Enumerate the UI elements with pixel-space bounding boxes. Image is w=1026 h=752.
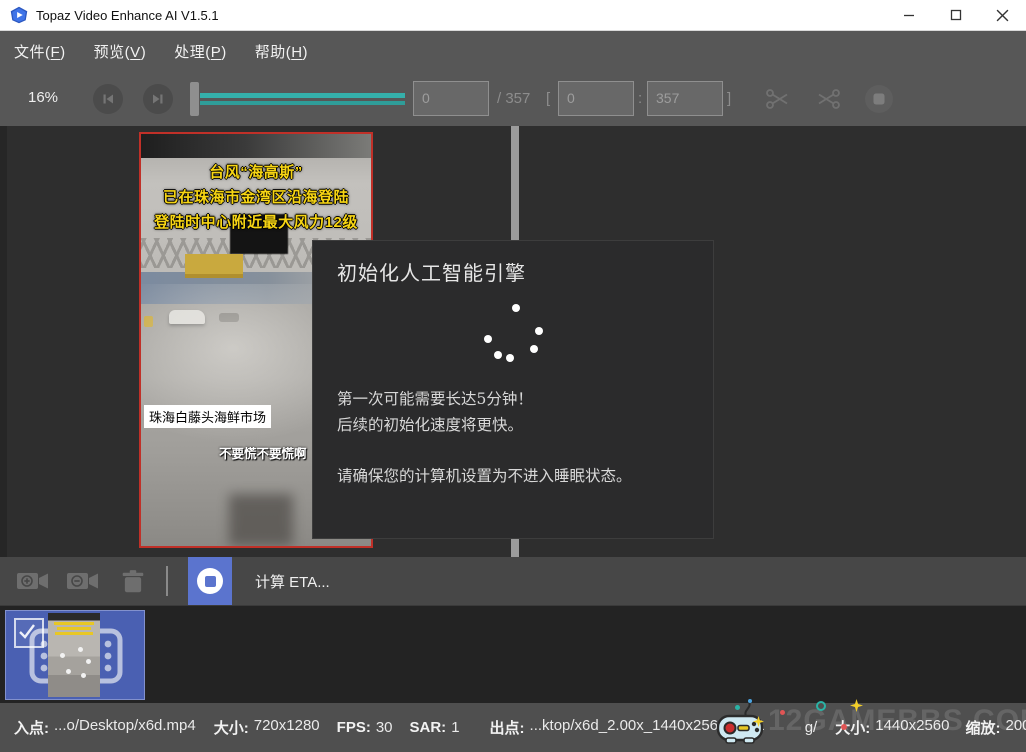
delete-clip-button[interactable] xyxy=(120,569,146,600)
menu-process[interactable]: 处理(P) xyxy=(174,41,227,62)
clip-thumbnail-selected[interactable] xyxy=(5,610,145,700)
app-logo-icon xyxy=(10,6,28,24)
total-frames-label: / 357 xyxy=(497,90,530,107)
main-viewport: 台风“海高斯” 已在珠海市金湾区沿海登陆 登陆时中心附近最大风力12级 珠海白藤… xyxy=(0,126,1026,557)
clip-thumbnail-image xyxy=(48,613,100,697)
skip-forward-icon xyxy=(151,92,165,106)
menu-file[interactable]: 文件(F) xyxy=(14,41,66,62)
timeline-buffer-track[interactable] xyxy=(200,101,405,105)
trim-start-input[interactable]: 0 xyxy=(558,81,634,116)
current-frame-input[interactable]: 0 xyxy=(413,81,489,116)
trim-bracket-close: ] xyxy=(727,90,731,107)
add-clip-button[interactable] xyxy=(16,569,50,598)
left-scroll-strip[interactable] xyxy=(0,126,7,557)
status-sar: SAR:1 xyxy=(410,719,460,736)
window-controls xyxy=(885,0,1026,30)
zoom-level: 16% xyxy=(28,89,58,106)
eta-status: 计算 ETA... xyxy=(255,571,330,592)
toolbar-divider xyxy=(166,566,168,596)
timeline-slider-handle[interactable] xyxy=(190,82,199,116)
video-camera-minus-icon xyxy=(66,569,100,593)
skip-back-button[interactable] xyxy=(93,84,123,114)
status-in-point: 入点:...o/Desktop/x6d.mp4 xyxy=(14,717,196,738)
status-out-point: 出点:...ktop/x6d_2.00x_1440x2560_thf-1 xyxy=(490,717,765,738)
minimize-button[interactable] xyxy=(885,0,932,30)
status-bar: 入点:...o/Desktop/x6d.mp4 大小:720x1280 FPS:… xyxy=(0,703,1026,752)
menu-bar: 文件(F) 预览(V) 处理(P) 帮助(H) xyxy=(0,31,1026,72)
dialog-title: 初始化人工智能引擎 xyxy=(337,257,526,286)
skip-forward-button[interactable] xyxy=(143,84,173,114)
process-stop-button[interactable] xyxy=(188,557,232,605)
video-camera-plus-icon xyxy=(16,569,50,593)
clip-checkbox-checked[interactable] xyxy=(14,618,44,648)
scissors-left-icon xyxy=(815,87,841,111)
video-location-label: 珠海白藤头海鲜市场 xyxy=(144,405,271,428)
menu-preview[interactable]: 预览(V) xyxy=(94,41,147,62)
stop-icon xyxy=(864,84,894,114)
playback-toolbar: 16% 0 / 357 [ 0 : 357 ] xyxy=(0,72,1026,126)
clip-list-strip xyxy=(0,605,1026,703)
status-scale: 缩放:200% xyxy=(965,717,1026,738)
close-button[interactable] xyxy=(979,0,1026,30)
process-toolbar: 计算 ETA... xyxy=(0,557,1026,605)
ai-init-dialog: 初始化人工智能引擎 第一次可能需要长达5分钟！ 后续的初始化速度将更快。 请确保… xyxy=(313,241,713,538)
timeline-progress-track[interactable] xyxy=(200,93,405,98)
status-in-size: 大小:720x1280 xyxy=(214,717,320,738)
menu-help[interactable]: 帮助(H) xyxy=(255,41,308,62)
status-fps: FPS:30 xyxy=(337,719,393,736)
stop-processing-icon xyxy=(197,568,223,594)
video-caption: 不要慌不要慌啊 xyxy=(219,443,307,462)
dialog-message-1: 第一次可能需要长达5分钟！ xyxy=(337,387,533,409)
dialog-message-2: 后续的初始化速度将更快。 xyxy=(337,413,523,435)
trim-end-input[interactable]: 357 xyxy=(647,81,723,116)
trim-bracket-open: [ xyxy=(546,90,550,107)
stop-preview-button[interactable] xyxy=(864,84,894,119)
status-out-point-tail: g/ xyxy=(805,719,818,736)
scissors-right-icon xyxy=(765,87,791,111)
video-reflection-shadow xyxy=(229,494,293,546)
status-out-size: 大小:1440x2560 xyxy=(835,717,949,738)
video-overlay-title: 台风“海高斯” 已在珠海市金湾区沿海登陆 登陆时中心附近最大风力12级 xyxy=(141,160,371,235)
skip-back-icon xyxy=(101,92,115,106)
trash-icon xyxy=(120,569,146,595)
checkmark-icon xyxy=(16,620,38,642)
trim-cut-button[interactable] xyxy=(765,87,791,116)
remove-clip-button[interactable] xyxy=(66,569,100,598)
title-bar: Topaz Video Enhance AI V1.5.1 xyxy=(0,0,1026,31)
window-title: Topaz Video Enhance AI V1.5.1 xyxy=(36,8,219,23)
maximize-button[interactable] xyxy=(932,0,979,30)
dialog-message-3: 请确保您的计算机设置为不进入睡眠状态。 xyxy=(337,464,632,486)
video-top-dark-bar xyxy=(141,134,371,158)
video-yellow-sign xyxy=(185,254,243,278)
app-window: Topaz Video Enhance AI V1.5.1 文件(F) 预览(V… xyxy=(0,0,1026,752)
trim-restore-button[interactable] xyxy=(815,87,841,116)
trim-separator: : xyxy=(638,90,642,107)
